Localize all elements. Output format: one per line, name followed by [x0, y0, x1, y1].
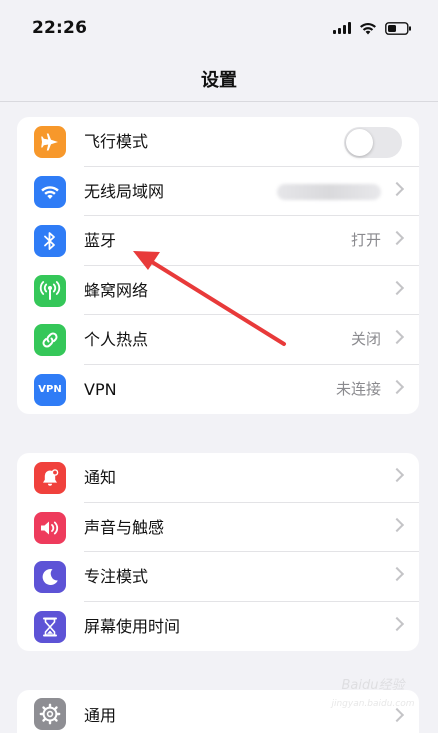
watermark-line-1: Baidu经验: [341, 678, 405, 693]
annotation-arrow: [133, 251, 286, 346]
watermark-line-2: jingyan.baidu.com: [331, 699, 415, 709]
baidu-watermark: Baidu经验 jingyan.baidu.com: [328, 677, 418, 723]
